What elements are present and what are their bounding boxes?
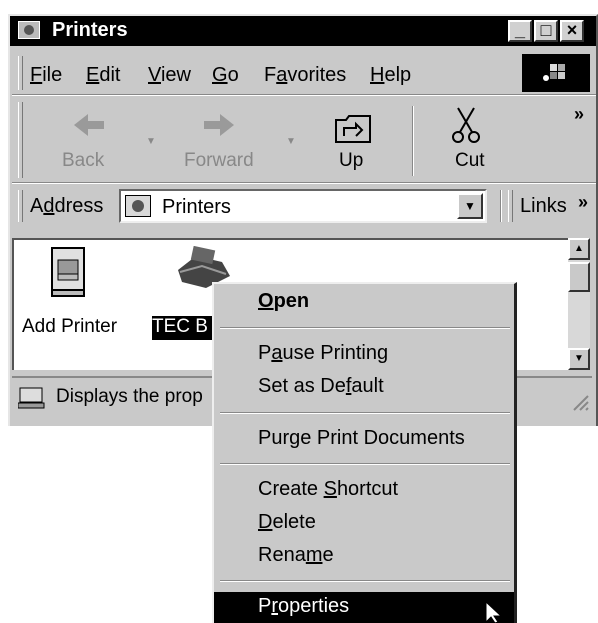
menu-help[interactable]: Help — [370, 64, 411, 87]
back-label: Back — [62, 150, 105, 171]
menu-properties[interactable]: Properties — [258, 595, 349, 618]
context-separator — [220, 327, 510, 329]
context-separator — [220, 412, 510, 414]
up-label: Up — [339, 150, 364, 171]
maximize-icon: □ — [540, 20, 552, 40]
scroll-up-button[interactable]: ▲ — [568, 238, 590, 260]
add-printer-item[interactable] — [48, 246, 88, 306]
resize-grip-icon[interactable] — [568, 390, 590, 412]
links-label[interactable]: Links — [520, 195, 567, 218]
maximize-button[interactable]: □ — [534, 20, 558, 42]
printers-folder-icon — [125, 195, 151, 217]
band-divider — [12, 94, 596, 96]
close-icon: × — [566, 20, 578, 40]
add-printer-icon — [51, 247, 85, 297]
scissors-icon — [452, 107, 480, 143]
back-arrow-icon — [74, 114, 104, 136]
address-grip[interactable] — [18, 190, 23, 222]
context-separator — [220, 580, 510, 582]
window-title: Printers — [52, 19, 128, 41]
menu-view[interactable]: View — [148, 64, 191, 87]
windows-flag-icon — [543, 64, 565, 81]
menu-go[interactable]: Go — [212, 64, 239, 87]
links-chevron[interactable]: » — [578, 192, 588, 213]
links-separator — [500, 190, 502, 222]
forward-label: Forward — [184, 150, 254, 171]
windows-logo — [522, 54, 590, 92]
menu-rename[interactable]: Rename — [258, 544, 334, 567]
minimize-button[interactable]: _ — [508, 20, 532, 42]
menu-create-shortcut[interactable]: Create Shortcut — [258, 478, 398, 501]
address-value: Printers — [162, 196, 231, 218]
context-separator — [220, 463, 510, 465]
menu-edit[interactable]: Edit — [86, 64, 120, 87]
add-printer-label: Add Printer — [22, 316, 118, 337]
menu-purge-print-documents[interactable]: Purge Print Documents — [258, 427, 465, 450]
toolbar-separator — [412, 106, 414, 176]
address-dropdown-button[interactable]: ▼ — [457, 193, 483, 219]
printers-folder-icon — [18, 21, 40, 39]
toolbar-grip[interactable] — [18, 102, 23, 178]
up-arrow-icon: ▲ — [574, 243, 584, 254]
cut-label: Cut — [455, 150, 485, 171]
dropdown-arrow-icon: ▼ — [464, 199, 476, 213]
menu-set-as-default[interactable]: Set as Default — [258, 375, 384, 398]
address-label: Address — [30, 195, 104, 217]
menu-open[interactable]: Open — [258, 290, 309, 313]
status-text: Displays the prop — [56, 386, 203, 407]
minimize-icon: _ — [514, 20, 525, 40]
menu-delete[interactable]: Delete — [258, 511, 316, 534]
vertical-scrollbar[interactable]: ▲ ▼ — [568, 238, 590, 370]
scroll-down-button[interactable]: ▼ — [568, 348, 590, 370]
menu-grip[interactable] — [18, 56, 23, 90]
computer-icon — [17, 386, 46, 410]
menu-pause-printing[interactable]: Pause Printing — [258, 342, 388, 365]
band-divider-2 — [12, 182, 596, 184]
mouse-pointer-icon — [485, 600, 503, 623]
tec-printer-label: TEC B — [151, 315, 213, 341]
toolbar-chevron[interactable]: » — [574, 104, 584, 125]
context-menu — [212, 282, 517, 623]
forward-arrow-icon — [204, 114, 234, 136]
links-grip[interactable] — [508, 190, 513, 222]
back-dropdown-icon[interactable]: ▼ — [146, 136, 156, 147]
close-button[interactable]: × — [560, 20, 584, 42]
menu-favorites[interactable]: Favorites — [264, 64, 346, 87]
scroll-thumb[interactable] — [568, 262, 590, 292]
up-folder-icon — [335, 115, 371, 143]
menu-file[interactable]: File — [30, 64, 62, 87]
forward-dropdown-icon[interactable]: ▼ — [286, 136, 296, 147]
down-arrow-icon: ▼ — [574, 353, 584, 364]
